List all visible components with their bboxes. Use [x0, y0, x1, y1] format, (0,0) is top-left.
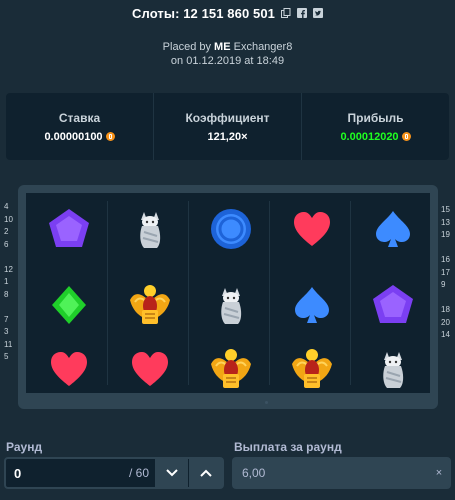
bitcoin-icon — [401, 132, 411, 141]
payout-value: 6,00 — [242, 466, 266, 480]
reel-divider — [269, 201, 270, 385]
payline-numbers-right: 15 13 19 16 17 9 18 20 14 — [441, 204, 455, 342]
header: Слоты: 12 151 860 501 — [0, 0, 455, 26]
cat-symbol — [370, 346, 416, 392]
payline-number — [4, 251, 16, 264]
slot-reels — [26, 193, 430, 393]
diamond-symbol — [46, 282, 92, 328]
payline-number: 7 — [4, 314, 9, 324]
close-icon: × — [435, 467, 443, 479]
payline-number — [4, 301, 16, 314]
payline-number — [441, 292, 455, 305]
payline-number: 3 — [4, 327, 9, 336]
bet-value-row: 0.00000100 — [44, 130, 115, 143]
chevron-down-icon — [165, 469, 178, 477]
profit-value: 0.00012020 — [340, 130, 399, 143]
multiplier-stat: Коэффициент 121,20× — [153, 93, 301, 160]
bet-value: 0.00000100 — [44, 130, 103, 143]
payline-number: 11 — [4, 339, 13, 349]
payline-number: 6 — [4, 239, 9, 249]
bet-label: Ставка — [58, 110, 101, 125]
placed-by-info: Placed by ME Exchanger8 on 01.12.2019 at… — [0, 40, 455, 68]
placed-by-prefix: Placed by — [162, 41, 211, 53]
reel-divider — [350, 201, 351, 385]
bet-stat: Ставка 0.00000100 — [6, 93, 153, 160]
bet-stats-panel: Ставка 0.00000100 Коэффициент 121,20× Пр… — [6, 93, 449, 160]
reel-divider — [188, 201, 189, 385]
profit-label: Прибыль — [347, 110, 404, 125]
scarab-symbol — [127, 282, 173, 328]
payline-number: 18 — [441, 305, 450, 314]
payline-number: 12 — [4, 264, 13, 274]
user-tag: ME — [214, 41, 231, 53]
coin-symbol — [208, 206, 254, 252]
payline-number: 17 — [441, 267, 450, 277]
payline-number: 1 — [4, 277, 9, 286]
heart-symbol — [127, 346, 173, 392]
payline-number: 4 — [4, 202, 9, 211]
page-title: Слоты: 12 151 860 501 — [132, 5, 275, 21]
payline-number — [441, 242, 455, 255]
payline-number: 15 — [441, 205, 450, 214]
payline-number: 13 — [441, 217, 450, 227]
heart-symbol — [289, 206, 335, 252]
round-next-button[interactable] — [188, 459, 222, 487]
payline-number: 19 — [441, 230, 450, 239]
round-label: Раунд — [6, 440, 43, 454]
round-max: / 60 — [128, 466, 149, 480]
multiplier-label: Коэффициент — [185, 110, 270, 125]
placed-date: on 01.12.2019 at 18:49 — [170, 55, 285, 67]
twitter-icon[interactable] — [312, 8, 323, 18]
scarab-symbol — [208, 346, 254, 392]
slot-board — [18, 185, 438, 409]
profit-stat: Прибыль 0.00012020 — [301, 93, 449, 160]
round-prev-button[interactable] — [155, 459, 188, 487]
payline-number: 10 — [4, 214, 13, 224]
bitcoin-icon — [105, 132, 115, 141]
payline-number: 5 — [4, 352, 9, 361]
payline-number: 9 — [441, 280, 446, 289]
cat-symbol — [208, 282, 254, 328]
profit-value-row: 0.00012020 — [340, 130, 411, 143]
username-link[interactable]: Exchanger8 — [234, 41, 293, 53]
cat-symbol — [127, 206, 173, 252]
copy-icon[interactable] — [280, 8, 291, 18]
round-input[interactable]: 0 — [6, 466, 129, 481]
scroll-dot — [265, 401, 268, 404]
payline-number: 14 — [441, 330, 450, 339]
round-selector: 0 / 60 — [4, 457, 224, 489]
spade-symbol — [289, 282, 335, 328]
payline-number: 16 — [441, 255, 450, 264]
facebook-icon[interactable] — [296, 8, 307, 18]
multiplier-value: 121,20× — [207, 130, 248, 143]
gem-symbol — [370, 282, 416, 328]
gem-symbol — [46, 206, 92, 252]
payline-number: 20 — [441, 317, 450, 327]
heart-symbol — [46, 346, 92, 392]
chevron-up-icon — [199, 469, 212, 477]
payline-numbers-left: 4 10 2 6 12 1 8 7 3 11 5 — [4, 201, 16, 364]
payline-number: 2 — [4, 227, 9, 236]
scarab-symbol — [289, 346, 335, 392]
payout-label: Выплата за раунд — [234, 440, 342, 454]
payline-number: 8 — [4, 289, 9, 299]
payout-field: 6,00 × — [232, 457, 451, 489]
spade-symbol — [370, 206, 416, 252]
reel-divider — [107, 201, 108, 385]
